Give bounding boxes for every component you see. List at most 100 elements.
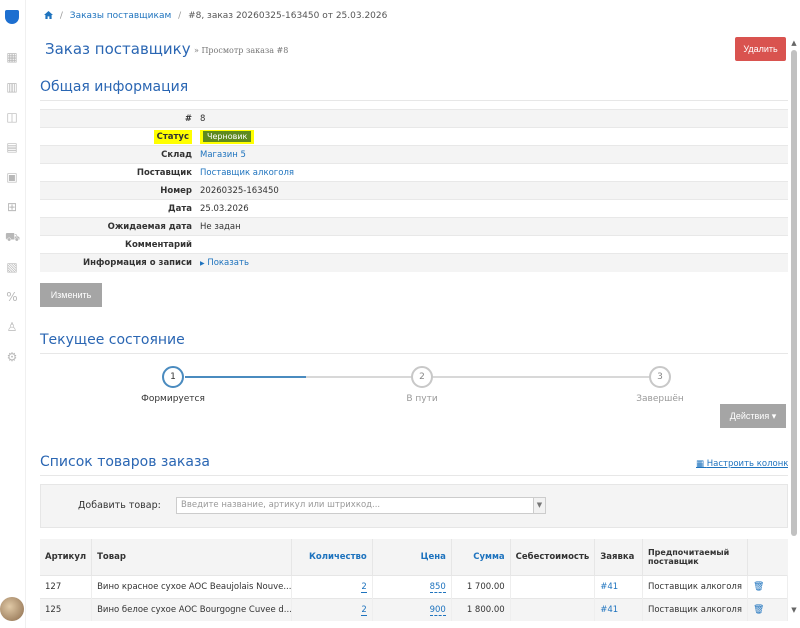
- store-icon[interactable]: ▣: [5, 170, 19, 184]
- price-edit-link[interactable]: 900: [429, 604, 446, 616]
- row-actions-cell: 🗑: [747, 597, 789, 621]
- warehouse-icon[interactable]: ⊞: [5, 200, 19, 214]
- progress-line-done: [185, 376, 306, 378]
- supplier-cell: Поставщик алкоголя: [642, 574, 748, 598]
- product-name-cell: Вино красное сухое AOC Beaujolais Nouve.…: [91, 574, 293, 598]
- dashboard-icon[interactable]: ▦: [5, 50, 19, 64]
- orders-icon[interactable]: ◫: [5, 110, 19, 124]
- order-items-table: Артикул Товар Количество Цена Сумма Себе…: [40, 539, 789, 621]
- step-1-label: Формируется: [141, 394, 205, 404]
- sum-cell: 1 800.00: [451, 597, 511, 621]
- request-cell: #41: [594, 597, 643, 621]
- price-edit-link[interactable]: 850: [429, 581, 446, 593]
- caret-right-icon: ▶: [200, 259, 205, 267]
- scrollbar-thumb[interactable]: [791, 50, 797, 536]
- trash-icon[interactable]: 🗑: [753, 582, 764, 592]
- configure-columns-label: Настроить колонки: [706, 459, 794, 469]
- info-row-comment: Комментарий: [40, 235, 788, 254]
- quantity-edit-link[interactable]: 2: [361, 581, 367, 593]
- table-header-row: Артикул Товар Количество Цена Сумма Себе…: [40, 539, 788, 575]
- trash-icon[interactable]: 🗑: [753, 605, 764, 615]
- col-quantity-sort[interactable]: Количество: [291, 539, 373, 575]
- col-request: Заявка: [594, 539, 643, 575]
- add-product-search-input[interactable]: Введите название, артикул или штрихкод..…: [176, 497, 546, 514]
- show-record-info-label: Показать: [207, 257, 249, 268]
- order-progress-stepper: 1 2 3 Формируется В пути Завершён: [40, 365, 788, 409]
- status-badge: Черновик: [203, 130, 252, 142]
- page-subtitle: » Просмотр заказа #8: [194, 46, 289, 55]
- show-record-info-link[interactable]: ▶ Показать: [200, 258, 249, 268]
- app-logo[interactable]: [5, 10, 19, 24]
- table-columns-icon: ▦: [696, 459, 705, 469]
- quantity-cell: 2: [291, 574, 373, 598]
- col-cost: Себестоимость: [510, 539, 596, 575]
- info-row-id: # 8: [40, 109, 788, 128]
- request-link[interactable]: #41: [600, 605, 618, 615]
- general-info-title: Общая информация: [40, 79, 189, 95]
- info-label: Номер: [40, 181, 196, 200]
- archive-icon[interactable]: ▤: [5, 140, 19, 154]
- col-preferred-supplier: Предпочитаемый поставщик: [642, 539, 748, 575]
- info-row-number: Номер 20260325-163450: [40, 181, 788, 200]
- product-name-cell: Вино белое сухое AOC Bourgogne Cuvee d..…: [91, 597, 293, 621]
- comment-value: [196, 235, 788, 254]
- edit-button[interactable]: Изменить: [40, 283, 102, 307]
- status-label-highlight: Статус: [153, 129, 192, 144]
- delivery-icon[interactable]: ⛟: [5, 230, 20, 244]
- step-2-label: В пути: [406, 394, 438, 404]
- info-label: #: [40, 109, 196, 128]
- page-scrollbar[interactable]: ▲ ▼: [788, 36, 800, 628]
- info-label: Дата: [40, 199, 196, 218]
- scroll-up-arrow[interactable]: ▲: [790, 39, 798, 47]
- cost-cell: [510, 597, 596, 621]
- supplier-link[interactable]: Поставщик алкоголя: [200, 168, 294, 178]
- configure-columns-link[interactable]: ▦ Настроить колонки: [696, 459, 794, 469]
- section-divider: [40, 475, 788, 476]
- info-label: Поставщик: [40, 163, 196, 182]
- info-row-status: Статус Черновик: [40, 127, 788, 146]
- request-link[interactable]: #41: [600, 582, 618, 592]
- cash-register-icon[interactable]: ▧: [5, 260, 19, 274]
- step-1-circle: 1: [162, 366, 184, 388]
- col-actions: [747, 539, 788, 575]
- info-label: Статус: [40, 127, 196, 146]
- user-icon[interactable]: ♙: [5, 320, 19, 334]
- price-cell: 900: [372, 597, 452, 621]
- discount-icon[interactable]: %: [5, 290, 19, 304]
- breadcrumb-orders-link[interactable]: Заказы поставщикам: [70, 11, 171, 21]
- warehouse-link[interactable]: Магазин 5: [200, 150, 246, 160]
- record-info-cell: ▶ Показать: [196, 253, 788, 272]
- items-list-title: Список товаров заказа: [40, 454, 210, 470]
- chevron-down-icon[interactable]: ▼: [533, 498, 545, 513]
- reports-icon[interactable]: ▥: [5, 80, 19, 94]
- col-sum-sort[interactable]: Сумма: [451, 539, 511, 575]
- page-title: Заказ поставщику: [45, 40, 191, 58]
- info-row-expected-date: Ожидаемая дата Не задан: [40, 217, 788, 236]
- settings-icon[interactable]: ⚙: [5, 350, 19, 364]
- col-price-sort[interactable]: Цена: [372, 539, 452, 575]
- home-icon[interactable]: [44, 11, 53, 19]
- breadcrumb-current: #8, заказ 20260325-163450 от 25.03.2026: [188, 11, 388, 21]
- status-cell: Черновик: [196, 127, 788, 146]
- section-divider: [40, 353, 788, 354]
- info-row-supplier: Поставщик Поставщик алкоголя: [40, 163, 788, 182]
- delete-button[interactable]: Удалить: [735, 37, 786, 61]
- main-content: / Заказы поставщикам / #8, заказ 2026032…: [26, 0, 794, 628]
- progress-line-pending: [306, 376, 660, 378]
- quantity-edit-link[interactable]: 2: [361, 604, 367, 616]
- col-product: Товар: [91, 539, 293, 575]
- order-id-value: 8: [196, 109, 788, 128]
- add-product-panel: Добавить товар: Введите название, артику…: [40, 484, 788, 528]
- actions-dropdown-button[interactable]: Действия ▾: [720, 404, 786, 428]
- warehouse-cell: Магазин 5: [196, 145, 788, 164]
- user-avatar[interactable]: [0, 597, 24, 621]
- expected-date-value: Не задан: [196, 217, 788, 236]
- col-sku: Артикул: [40, 539, 93, 575]
- order-date-value: 25.03.2026: [196, 199, 788, 218]
- row-actions-cell: 🗑: [747, 574, 789, 598]
- add-product-label: Добавить товар:: [78, 500, 161, 511]
- supplier-cell: Поставщик алкоголя: [196, 163, 788, 182]
- section-divider: [40, 100, 788, 101]
- table-row: 127 Вино красное сухое AOC Beaujolais No…: [40, 574, 789, 598]
- scroll-down-arrow[interactable]: ▼: [790, 606, 798, 614]
